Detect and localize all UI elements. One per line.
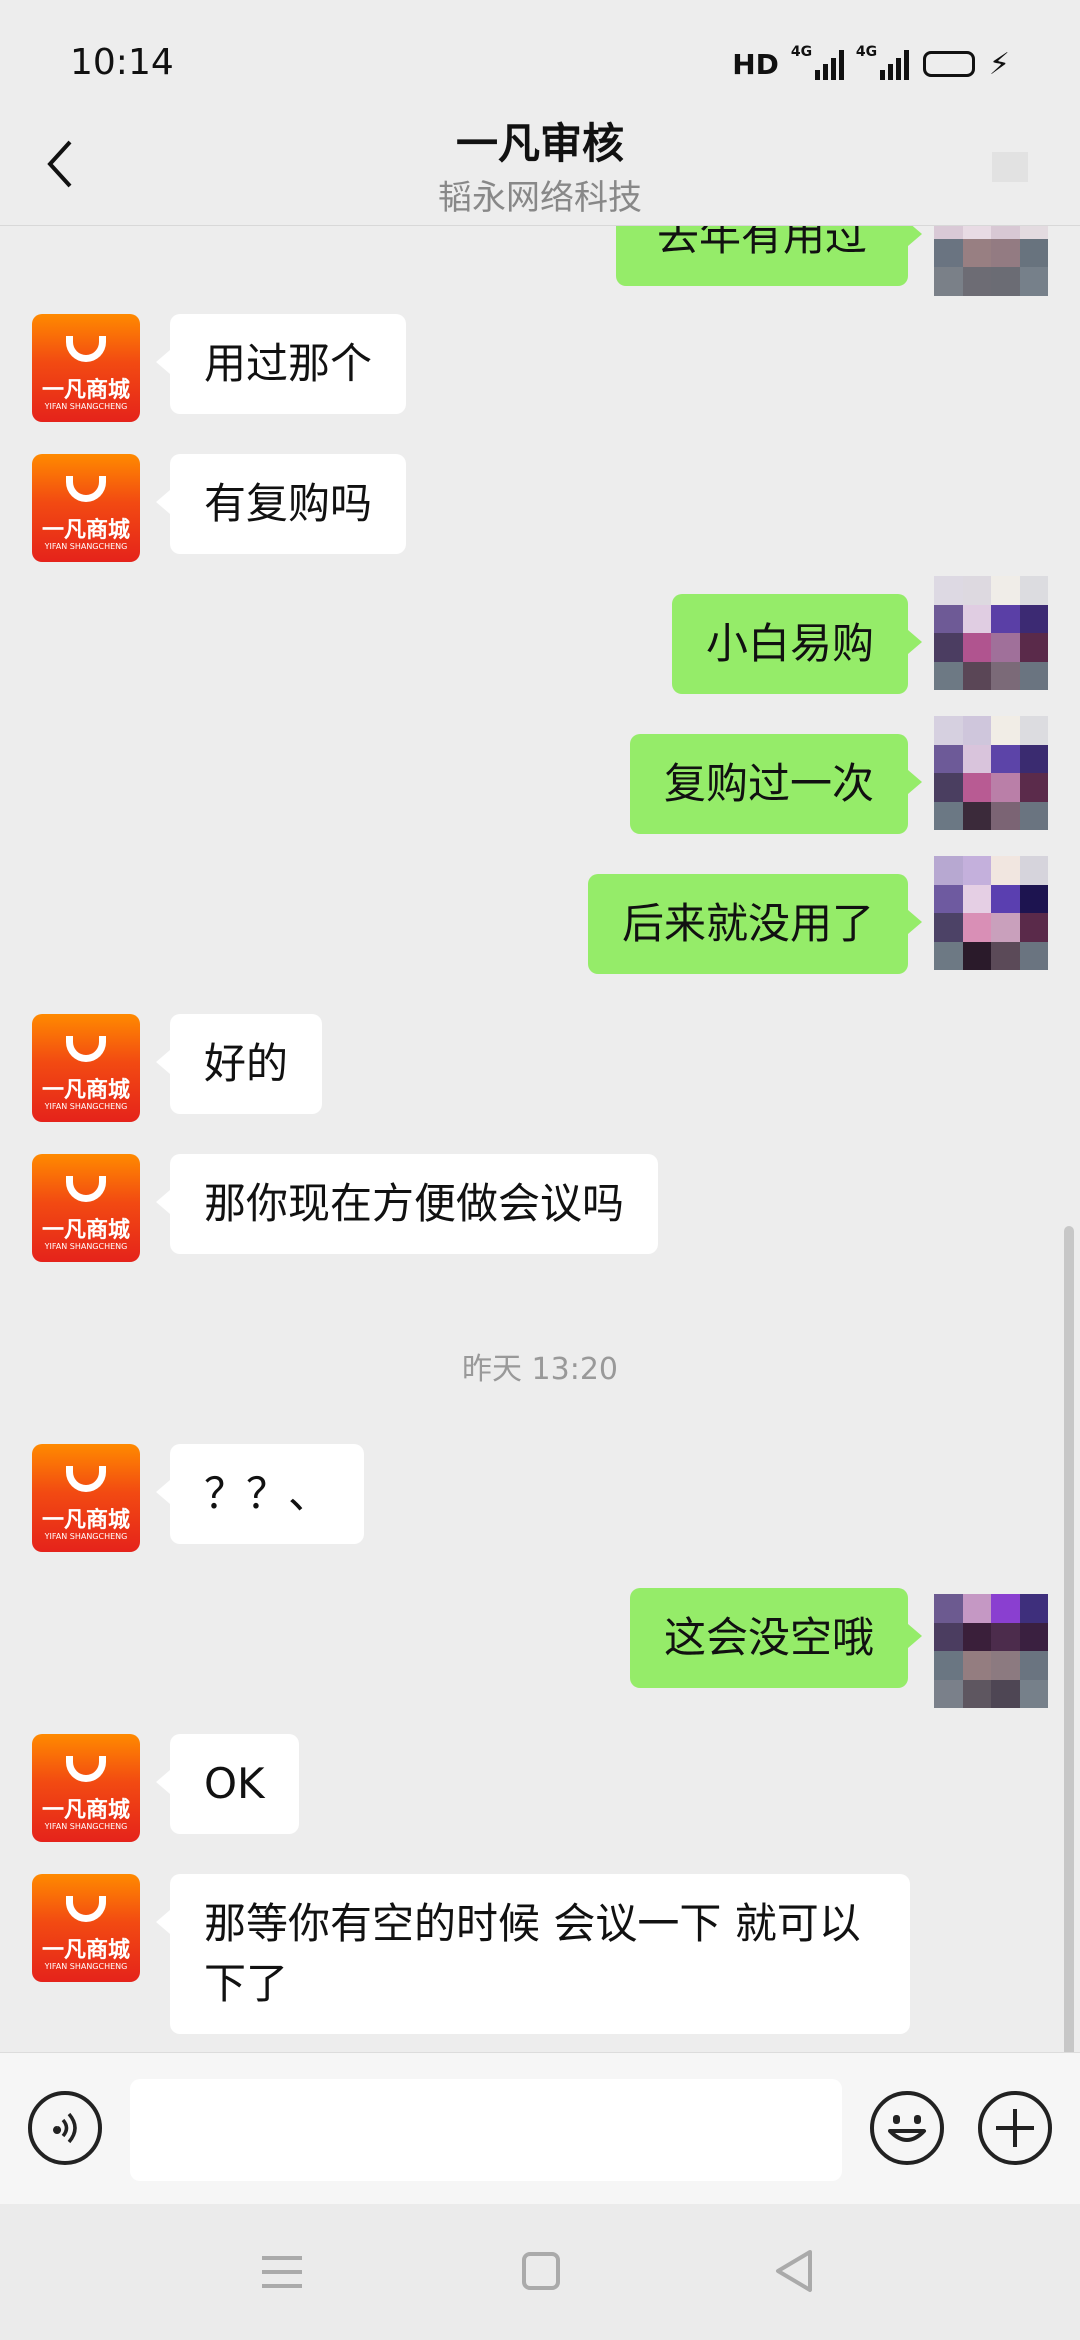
status-indicators: HD 4G 4G ⚡ [732,44,1010,84]
system-nav-bar [0,2204,1080,2340]
scrollbar[interactable] [1064,1226,1074,2052]
voice-button[interactable] [28,2091,102,2165]
avatar-brand-text: 一凡商城 [41,518,130,543]
user-avatar[interactable] [934,576,1048,690]
bolt-icon: ⚡ [988,46,1010,82]
message-bubble-incoming[interactable]: 用过那个 [155,314,407,414]
shop-avatar[interactable]: 一凡商城 YIFAN SHANGCHENG [32,454,140,562]
shop-avatar[interactable]: 一凡商城 YIFAN SHANGCHENG [32,314,140,422]
avatar-brand-text: 一凡商城 [41,1938,130,1963]
avatar-brand-en: YIFAN SHANGCHENG [44,1822,128,1831]
signal-icon-sim1: 4G [791,44,844,80]
signal-icon-sim2: 4G [856,44,909,80]
message-list[interactable]: 去年有用过 一凡商城 YIFAN SHANGCHENG 用过那个 一凡商城 YIFA… [0,226,1080,2052]
network-type-label: 4G [790,44,813,60]
plus-icon [996,2109,1034,2147]
shop-avatar[interactable]: 一凡商城 YIFAN SHANGCHENG [32,1014,140,1122]
recents-button[interactable] [262,2254,302,2290]
avatar-brand-text: 一凡商城 [41,378,130,403]
message-timestamp: 昨天 13:20 [462,1352,618,1387]
avatar-brand-text: 一凡商城 [41,1508,130,1533]
status-time: 10:14 [70,42,174,83]
shop-avatar[interactable]: 一凡商城 YIFAN SHANGCHENG [32,1154,140,1262]
message-bubble-outgoing[interactable]: 后来就没用了 [587,874,923,974]
more-actions-button[interactable] [978,2091,1052,2165]
chat-subtitle: 韬永网络科技 [438,178,642,218]
message-bubble-incoming[interactable]: 有复购吗 [155,454,407,554]
user-avatar[interactable] [934,716,1048,830]
user-avatar[interactable] [934,856,1048,970]
message-bubble-incoming[interactable]: OK [156,1734,299,1834]
avatar-brand-en: YIFAN SHANGCHENG [44,1242,128,1251]
avatar-brand-en: YIFAN SHANGCHENG [44,1102,128,1111]
avatar-brand-text: 一凡商城 [41,1798,130,1823]
user-avatar[interactable] [934,1594,1048,1708]
message-bubble-outgoing[interactable]: 这会没空哦 [629,1588,923,1688]
avatar-brand-en: YIFAN SHANGCHENG [44,542,128,551]
shop-avatar[interactable]: 一凡商城 YIFAN SHANGCHENG [32,1874,140,1982]
emoji-icon [888,2115,926,2142]
message-input[interactable] [130,2079,842,2181]
network-type-label: 4G [855,44,878,60]
menu-icon [262,2256,302,2288]
message-bubble-incoming[interactable]: 好的 [155,1014,323,1114]
system-back-button[interactable] [774,2248,814,2294]
avatar-brand-en: YIFAN SHANGCHENG [44,1962,128,1971]
voice-icon [53,2112,77,2144]
message-bubble-incoming[interactable]: 那等你有空的时候 会议一下 就可以下了 [156,1874,910,2034]
input-bar [0,2052,1080,2204]
triangle-back-icon [776,2250,812,2292]
battery-icon [922,51,975,77]
avatar-brand-en: YIFAN SHANGCHENG [44,402,128,411]
avatar-brand-text: 一凡商城 [41,1078,130,1103]
message-bubble-outgoing[interactable]: 复购过一次 [629,734,923,834]
more-button[interactable] [992,152,1028,182]
message-bubble-incoming[interactable]: ？？、 [155,1444,365,1544]
user-avatar[interactable] [934,226,1048,324]
message-bubble-outgoing[interactable]: 小白易购 [671,594,923,694]
message-bubble-incoming[interactable]: 那你现在方便做会议吗 [155,1154,659,1254]
home-button[interactable] [522,2252,560,2290]
message-bubble-outgoing[interactable]: 去年有用过 [616,226,922,286]
hd-indicator: HD [732,47,779,81]
shop-avatar[interactable]: 一凡商城 YIFAN SHANGCHENG [32,1734,140,1842]
emoji-button[interactable] [870,2091,944,2165]
shop-avatar[interactable]: 一凡商城 YIFAN SHANGCHENG [32,1444,140,1552]
chat-title: 一凡审核 [455,119,624,168]
avatar-brand-text: 一凡商城 [41,1218,130,1243]
chat-header: 一凡审核 韬永网络科技 [0,96,1080,226]
avatar-brand-en: YIFAN SHANGCHENG [44,1532,128,1541]
